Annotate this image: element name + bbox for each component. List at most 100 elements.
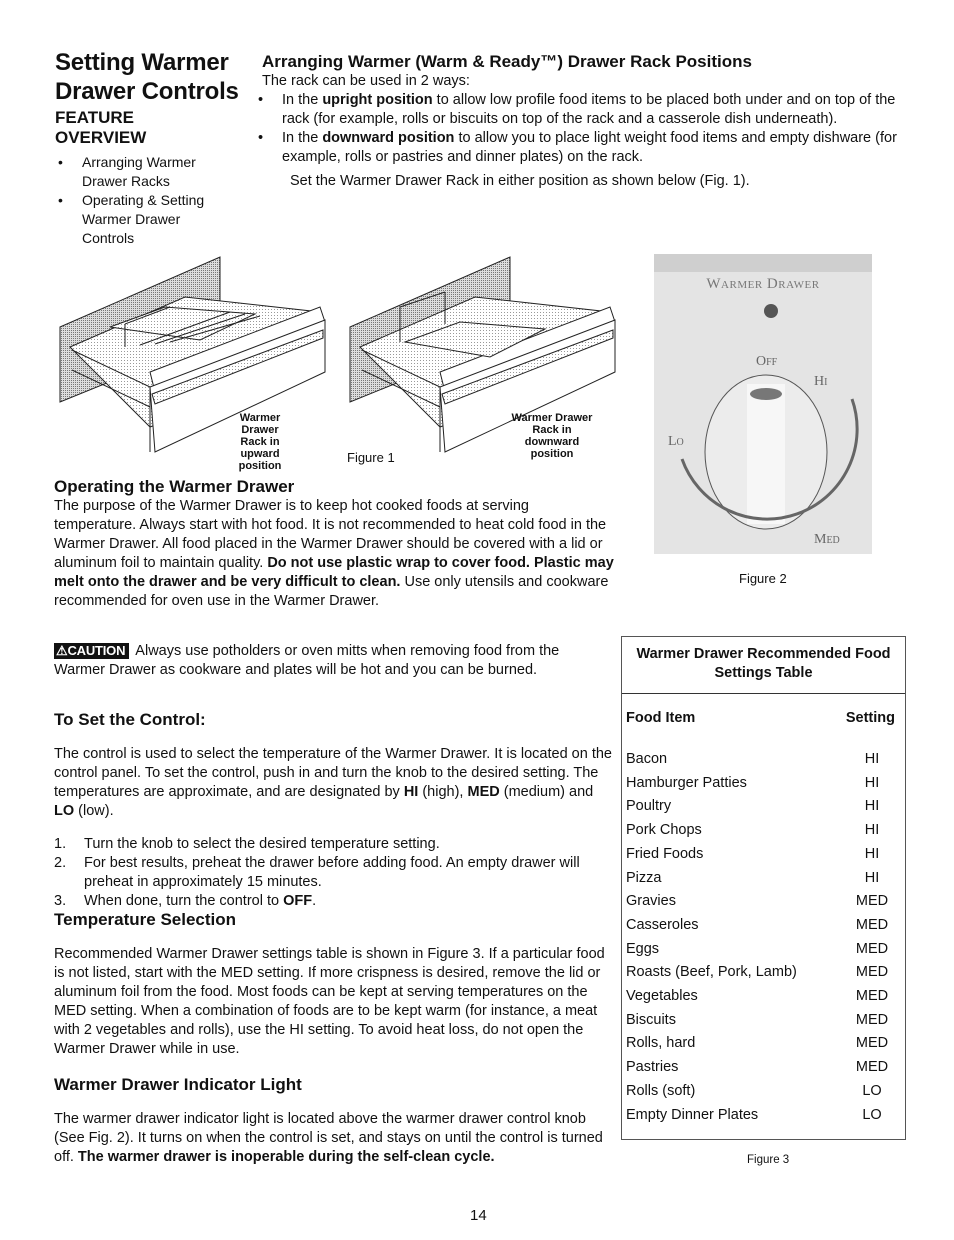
med-label: MED — [467, 783, 500, 800]
table-row: Rolls (soft) LO — [622, 1080, 905, 1104]
food-item: Empty Dinner Plates — [626, 1106, 759, 1123]
food-setting: HI — [864, 822, 880, 839]
figure1-right-label: Warmer Drawer Rack in downward position — [507, 412, 597, 460]
food-item: Vegetables — [626, 988, 698, 1005]
food-setting: HI — [864, 869, 880, 886]
temperature-heading: Temperature Selection — [54, 910, 237, 929]
arranging-intro: The rack can be used in 2 ways: — [262, 73, 470, 89]
table-row: Pastries MED — [622, 1056, 905, 1080]
operating-section: Operating the Warmer Drawer The purpose … — [54, 477, 614, 611]
figure2-control-panel: Warmer Drawer Off Hi Lo Med — [654, 254, 872, 554]
food-setting: LO — [862, 1082, 882, 1099]
food-setting: HI — [864, 798, 880, 815]
label-line: Rack in upward — [240, 436, 280, 460]
text: (high), — [418, 783, 468, 800]
food-setting: MED — [855, 988, 889, 1005]
temperature-section: Temperature Selection Recommended Warmer… — [54, 910, 614, 1073]
food-setting: HI — [864, 774, 880, 791]
food-setting: MED — [855, 1035, 889, 1052]
caution-badge: ⚠CAUTION — [54, 643, 130, 659]
bullet-bold: upright position — [322, 92, 433, 108]
label-line: Rack in downward — [524, 424, 580, 448]
table-row: Casseroles MED — [622, 914, 905, 938]
figure1-caption: Figure 1 — [347, 450, 395, 465]
table-row: Rolls, hard MED — [622, 1032, 905, 1056]
set-control-heading: To Set the Control: — [54, 710, 206, 729]
table-row: Roasts (Beef, Pork, Lamb) MED — [622, 961, 905, 985]
table-title: Warmer Drawer Recommended Food Settings … — [622, 637, 905, 694]
food-item: Pizza — [626, 869, 662, 886]
arranging-section: Arranging Warmer (Warm & Ready™) Drawer … — [258, 52, 902, 191]
food-item: Bacon — [626, 751, 668, 767]
operating-text: The purpose of the Warmer Drawer is to k… — [54, 497, 614, 611]
food-setting: HI — [864, 845, 880, 862]
label-line: Warmer Drawer — [239, 412, 281, 436]
operating-heading: Operating the Warmer Drawer — [54, 477, 295, 496]
step: 2. For best results, preheat the drawer b… — [54, 854, 614, 892]
arranging-bullets: In the upright position to allow low pro… — [252, 91, 902, 167]
caution-notice: ⚠CAUTION Always use potholders or oven mi… — [54, 642, 614, 680]
figure2-caption: Figure 2 — [739, 571, 787, 586]
feature-item: Operating & Setting Warmer Drawer Contro… — [54, 191, 222, 248]
feature-overview-heading: FEATURE OVERVIEW — [55, 108, 146, 148]
food-item: Pastries — [626, 1059, 679, 1076]
table-body: Bacon HI Hamburger Patties HI Poultry HI Pork … — [622, 734, 905, 1127]
indicator-section: Warmer Drawer Indicator Light The warmer… — [54, 1075, 614, 1181]
lo-label: LO — [54, 802, 75, 819]
section-title: Setting Warmer Drawer Controls — [55, 48, 239, 106]
set-control-section: To Set the Control: The control is used … — [54, 710, 614, 911]
arranging-bullet: In the downward position to allow you to… — [252, 129, 902, 167]
step-text: For best results, preheat the drawer bef… — [84, 855, 580, 890]
arranging-closing: Set the Warmer Drawer Rack in either pos… — [290, 173, 750, 189]
food-setting: MED — [855, 893, 889, 910]
step-text: Turn the knob to select the desired temp… — [84, 836, 440, 852]
control-knob-icon — [680, 374, 859, 530]
food-setting: MED — [855, 964, 889, 981]
label-line: Warmer Drawer — [511, 412, 593, 424]
hi-label: HI — [403, 783, 419, 800]
text: (low). — [74, 802, 114, 819]
food-item: Poultry — [626, 798, 672, 815]
table-row: Empty Dinner Plates LO — [622, 1104, 905, 1128]
section-title-line1: Setting Warmer — [55, 49, 229, 76]
food-setting: MED — [855, 1059, 889, 1076]
food-setting: MED — [855, 1011, 889, 1028]
feature-line2: OVERVIEW — [55, 128, 147, 147]
label-line: position — [530, 448, 574, 460]
arranging-bullet: In the upright position to allow low pro… — [252, 91, 902, 129]
food-item: Roasts (Beef, Pork, Lamb) — [626, 964, 797, 981]
step: 1. Turn the knob to select the desired te… — [54, 835, 614, 854]
table-row: Eggs MED — [622, 938, 905, 962]
step-number: 1. — [54, 836, 67, 852]
bullet-bold: downward position — [322, 130, 455, 146]
set-control-steps: 1. Turn the knob to select the desired te… — [54, 835, 614, 911]
warning-text: The warmer drawer is inoperable during t… — [77, 1148, 495, 1165]
caution-badge-label: CAUTION — [67, 643, 126, 658]
indicator-text: The warmer drawer indicator light is loc… — [54, 1110, 614, 1167]
table-row: Gravies MED — [622, 890, 905, 914]
food-item: Pork Chops — [626, 822, 702, 839]
warning-triangle-icon: ⚠ — [56, 643, 68, 658]
temperature-text: Recommended Warmer Drawer settings table… — [54, 945, 605, 1057]
step-number: 2. — [54, 855, 67, 871]
food-item: Rolls, hard — [626, 1035, 696, 1052]
step-text: When done, turn the control to — [84, 893, 284, 909]
figure1-left-label: Warmer Drawer Rack in upward position — [225, 412, 295, 472]
step-number: 3. — [54, 893, 67, 909]
table-row: Pork Chops HI — [622, 819, 905, 843]
column-header-food: Food Item — [626, 710, 696, 726]
food-item: Eggs — [626, 940, 660, 957]
table-row: Poultry HI — [622, 795, 905, 819]
food-item: Fried Foods — [626, 845, 704, 862]
food-item: Rolls (soft) — [626, 1082, 696, 1099]
step-text: . — [312, 893, 317, 909]
food-setting: MED — [855, 940, 889, 957]
bullet-text: In the — [282, 130, 323, 146]
page-number: 14 — [470, 1207, 487, 1224]
bullet-text: In the — [282, 92, 323, 108]
food-setting: LO — [862, 1106, 882, 1123]
food-setting: HI — [864, 751, 880, 767]
label-line: position — [238, 460, 282, 472]
indicator-heading: Warmer Drawer Indicator Light — [54, 1075, 302, 1094]
table-row: Vegetables MED — [622, 985, 905, 1009]
